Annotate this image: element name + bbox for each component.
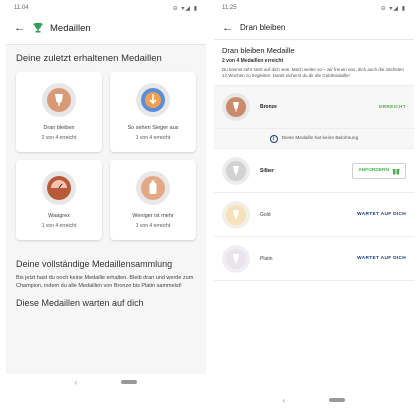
request-medal-button-label: ANFORDERN [358, 168, 389, 173]
medal-card-dran-bleiben[interactable]: Dran bleiben 2 von 4 erreicht [16, 72, 102, 152]
medal-card-name: Dran bleiben [43, 125, 75, 131]
medal-intro-progress: 2 von 4 Medaillen erreicht [222, 58, 284, 64]
nav-back-icon[interactable]: ‹ [283, 396, 286, 405]
medal-intro: Dran bleiben Medaille 2 von 4 Medaillen … [214, 40, 414, 85]
status-time: 11:04 [14, 5, 29, 11]
back-arrow-icon[interactable]: ← [222, 22, 234, 34]
medal-detail-screen: 11:25 ⊖ ▾◢ ▮ ← Dran bleiben Dran bleiben… [214, 0, 414, 411]
app-bar: ← Dran bleiben [214, 16, 414, 40]
waiting-medals-title: Diese Medaillen warten auf dich [16, 298, 144, 308]
nav-back-icon[interactable]: ‹ [75, 378, 78, 387]
collection-description: Bis jetzt hast du noch keine Medaille er… [16, 275, 194, 289]
scale-medal-icon [42, 171, 76, 205]
medal-card-name: Weniger ist mehr [132, 213, 174, 219]
medals-overview-screen: 11:04 ⊖ ▾◢ ▮ ← Medaillen Deine zuletzt e… [6, 0, 206, 411]
medal-row-name: Bronze [260, 104, 277, 110]
medal-card-so-sehen-sieger-aus[interactable]: So sehen Sieger aus 1 von 4 erreicht [110, 72, 196, 152]
status-time: 11:25 [222, 5, 237, 11]
medal-row-platin[interactable]: Platin WARTET AUF DICH [214, 237, 414, 281]
medal-card-waagrex[interactable]: Waagrex 1 von 4 erreicht [16, 160, 102, 240]
medal-card-progress: 1 von 4 erreicht [135, 135, 171, 141]
page-title: Medaillen [50, 22, 91, 34]
request-medal-button[interactable]: ANFORDERN [352, 162, 406, 179]
medal-row-status: WARTET AUF DICH [357, 212, 406, 217]
medal-row-name: Silber [260, 167, 274, 174]
medal-card-progress: 1 von 4 erreicht [135, 223, 171, 229]
recent-medals-title: Deine zuletzt erhaltenen Medaillen [16, 53, 162, 64]
back-arrow-icon[interactable]: ← [14, 22, 26, 34]
system-nav-bar: ‹ [214, 391, 414, 409]
bottle-medal-icon [136, 171, 170, 205]
medal-row-status: WARTET AUF DICH [357, 256, 406, 261]
medal-intro-description: Du kannst sehr stolz auf dich sein. Mach… [222, 67, 404, 78]
medal-card-name: Waagrex [48, 213, 70, 219]
medal-card-name: So sehen Sieger aus [127, 125, 179, 131]
gold-medal-icon [222, 200, 250, 229]
medal-row-silber[interactable]: Silber ANFORDERN [214, 149, 414, 193]
medal-card-weniger-ist-mehr[interactable]: Weniger ist mehr 1 von 4 erreicht [110, 160, 196, 240]
status-bar: 11:25 ⊖ ▾◢ ▮ [214, 0, 414, 16]
silver-medal-icon [222, 156, 250, 185]
medal-card-progress: 2 von 4 erreicht [41, 135, 77, 141]
medal-reward-info: i Diese Medaille hat keine Belohnung [214, 129, 414, 149]
status-system-icons: ⊖ ▾◢ ▮ [380, 5, 406, 12]
thumbs-up-medal-icon [136, 83, 170, 117]
medal-row-bronze[interactable]: Bronze ERREICHT [214, 85, 414, 129]
medal-card-progress: 1 von 4 erreicht [41, 223, 77, 229]
collection-title: Deine vollständige Medaillensammlung [16, 259, 173, 269]
app-bar: ← Medaillen [6, 16, 206, 40]
status-system-icons: ⊖ ▾◢ ▮ [172, 5, 198, 12]
gift-icon [392, 168, 400, 174]
platinum-medal-icon [222, 244, 250, 273]
recent-medals-grid: Dran bleiben 2 von 4 erreicht So sehen S… [6, 68, 206, 244]
medal-row-name: Platin [260, 255, 273, 262]
system-nav-bar: ‹ [6, 373, 206, 391]
nav-home-pill[interactable] [329, 398, 346, 402]
wine-glass-medal-icon [42, 83, 76, 117]
medal-row-gold[interactable]: Gold WARTET AUF DICH [214, 193, 414, 237]
medal-row-name: Gold [260, 211, 271, 218]
medal-intro-title: Dran bleiben Medaille [222, 46, 295, 55]
info-icon: i [269, 134, 278, 143]
nav-home-pill[interactable] [121, 380, 138, 384]
trophy-icon [33, 23, 43, 33]
page-title: Dran bleiben [240, 23, 286, 32]
bronze-medal-icon [222, 93, 250, 121]
status-bar: 11:04 ⊖ ▾◢ ▮ [6, 0, 206, 16]
medal-row-status: ERREICHT [379, 104, 406, 110]
medals-content: Deine zuletzt erhaltenen Medaillen Dran … [6, 44, 206, 374]
medal-reward-info-text: Diese Medaille hat keine Belohnung [281, 136, 359, 141]
